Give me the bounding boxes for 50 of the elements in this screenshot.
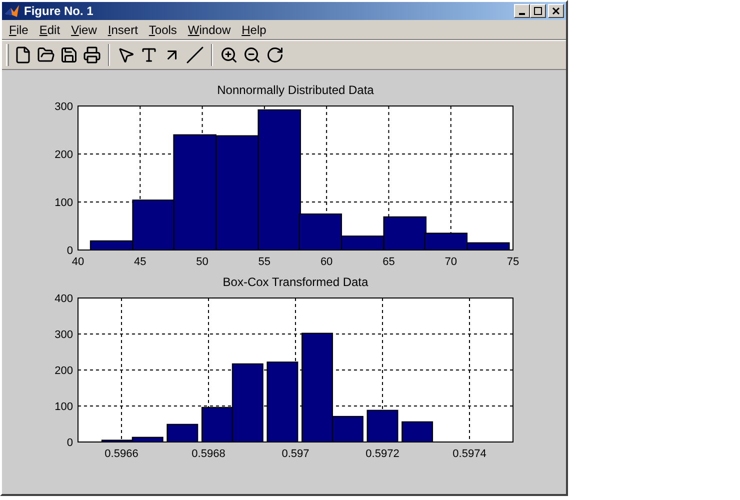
menu-item[interactable]: View: [66, 20, 102, 38]
rotate-icon[interactable]: [266, 46, 284, 64]
zoom-in-icon[interactable]: [220, 46, 238, 64]
menu-item[interactable]: Help: [236, 20, 272, 38]
x-tick-label: 50: [196, 256, 208, 268]
folder-icon[interactable]: [37, 46, 55, 64]
y-tick-label: 200: [54, 365, 73, 377]
y-tick-label: 100: [54, 197, 73, 209]
x-tick-label: 40: [72, 256, 84, 268]
x-tick-label: 75: [506, 256, 520, 268]
pointer-icon[interactable]: [117, 46, 135, 64]
menu-item[interactable]: Tools: [144, 20, 182, 38]
histogram-bar: [166, 424, 198, 442]
y-tick-label: 200: [54, 149, 73, 161]
x-tick-label: 70: [444, 256, 457, 268]
x-tick-label: 0.5972: [366, 448, 400, 460]
y-tick-label: 300: [54, 101, 73, 113]
y-tick-label: 0: [66, 437, 73, 449]
chart-title: Nonnormally Distributed Data: [217, 82, 374, 98]
x-tick-label: 0.5968: [192, 448, 226, 460]
y-tick-label: 0: [66, 245, 73, 257]
y-tick-label: 100: [54, 401, 73, 413]
new-file-icon[interactable]: [14, 46, 32, 64]
y-tick-label: 300: [54, 329, 73, 341]
minimize-button[interactable]: [514, 4, 530, 18]
x-tick-label: 0.5966: [104, 448, 138, 460]
menu-item[interactable]: Insert: [102, 20, 143, 38]
printer-icon[interactable]: [83, 46, 101, 64]
x-tick-label: 65: [382, 256, 395, 268]
window-title: Figure No. 1: [24, 3, 94, 20]
app-logo-icon: [4, 3, 20, 19]
x-tick-label: 55: [258, 256, 271, 268]
menu-item[interactable]: File: [4, 20, 34, 38]
x-tick-label: 0.597: [282, 448, 310, 460]
x-tick-label: 60: [320, 256, 333, 268]
save-icon[interactable]: [60, 46, 78, 64]
maximize-button[interactable]: [530, 4, 546, 18]
text-icon[interactable]: [140, 46, 158, 64]
histogram-bar: [402, 421, 434, 442]
maximize-icon: [534, 7, 542, 15]
y-tick-label: 400: [54, 293, 73, 305]
close-icon: [552, 7, 560, 15]
line-icon[interactable]: [186, 46, 204, 64]
menu-item[interactable]: Window: [182, 20, 236, 38]
close-button[interactable]: [548, 4, 564, 18]
zoom-out-icon[interactable]: [243, 46, 261, 64]
chart-title: Box-Cox Transformed Data: [222, 274, 368, 290]
x-tick-label: 45: [134, 256, 146, 268]
menu-item[interactable]: Edit: [34, 20, 66, 38]
x-tick-label: 0.5974: [452, 448, 486, 460]
